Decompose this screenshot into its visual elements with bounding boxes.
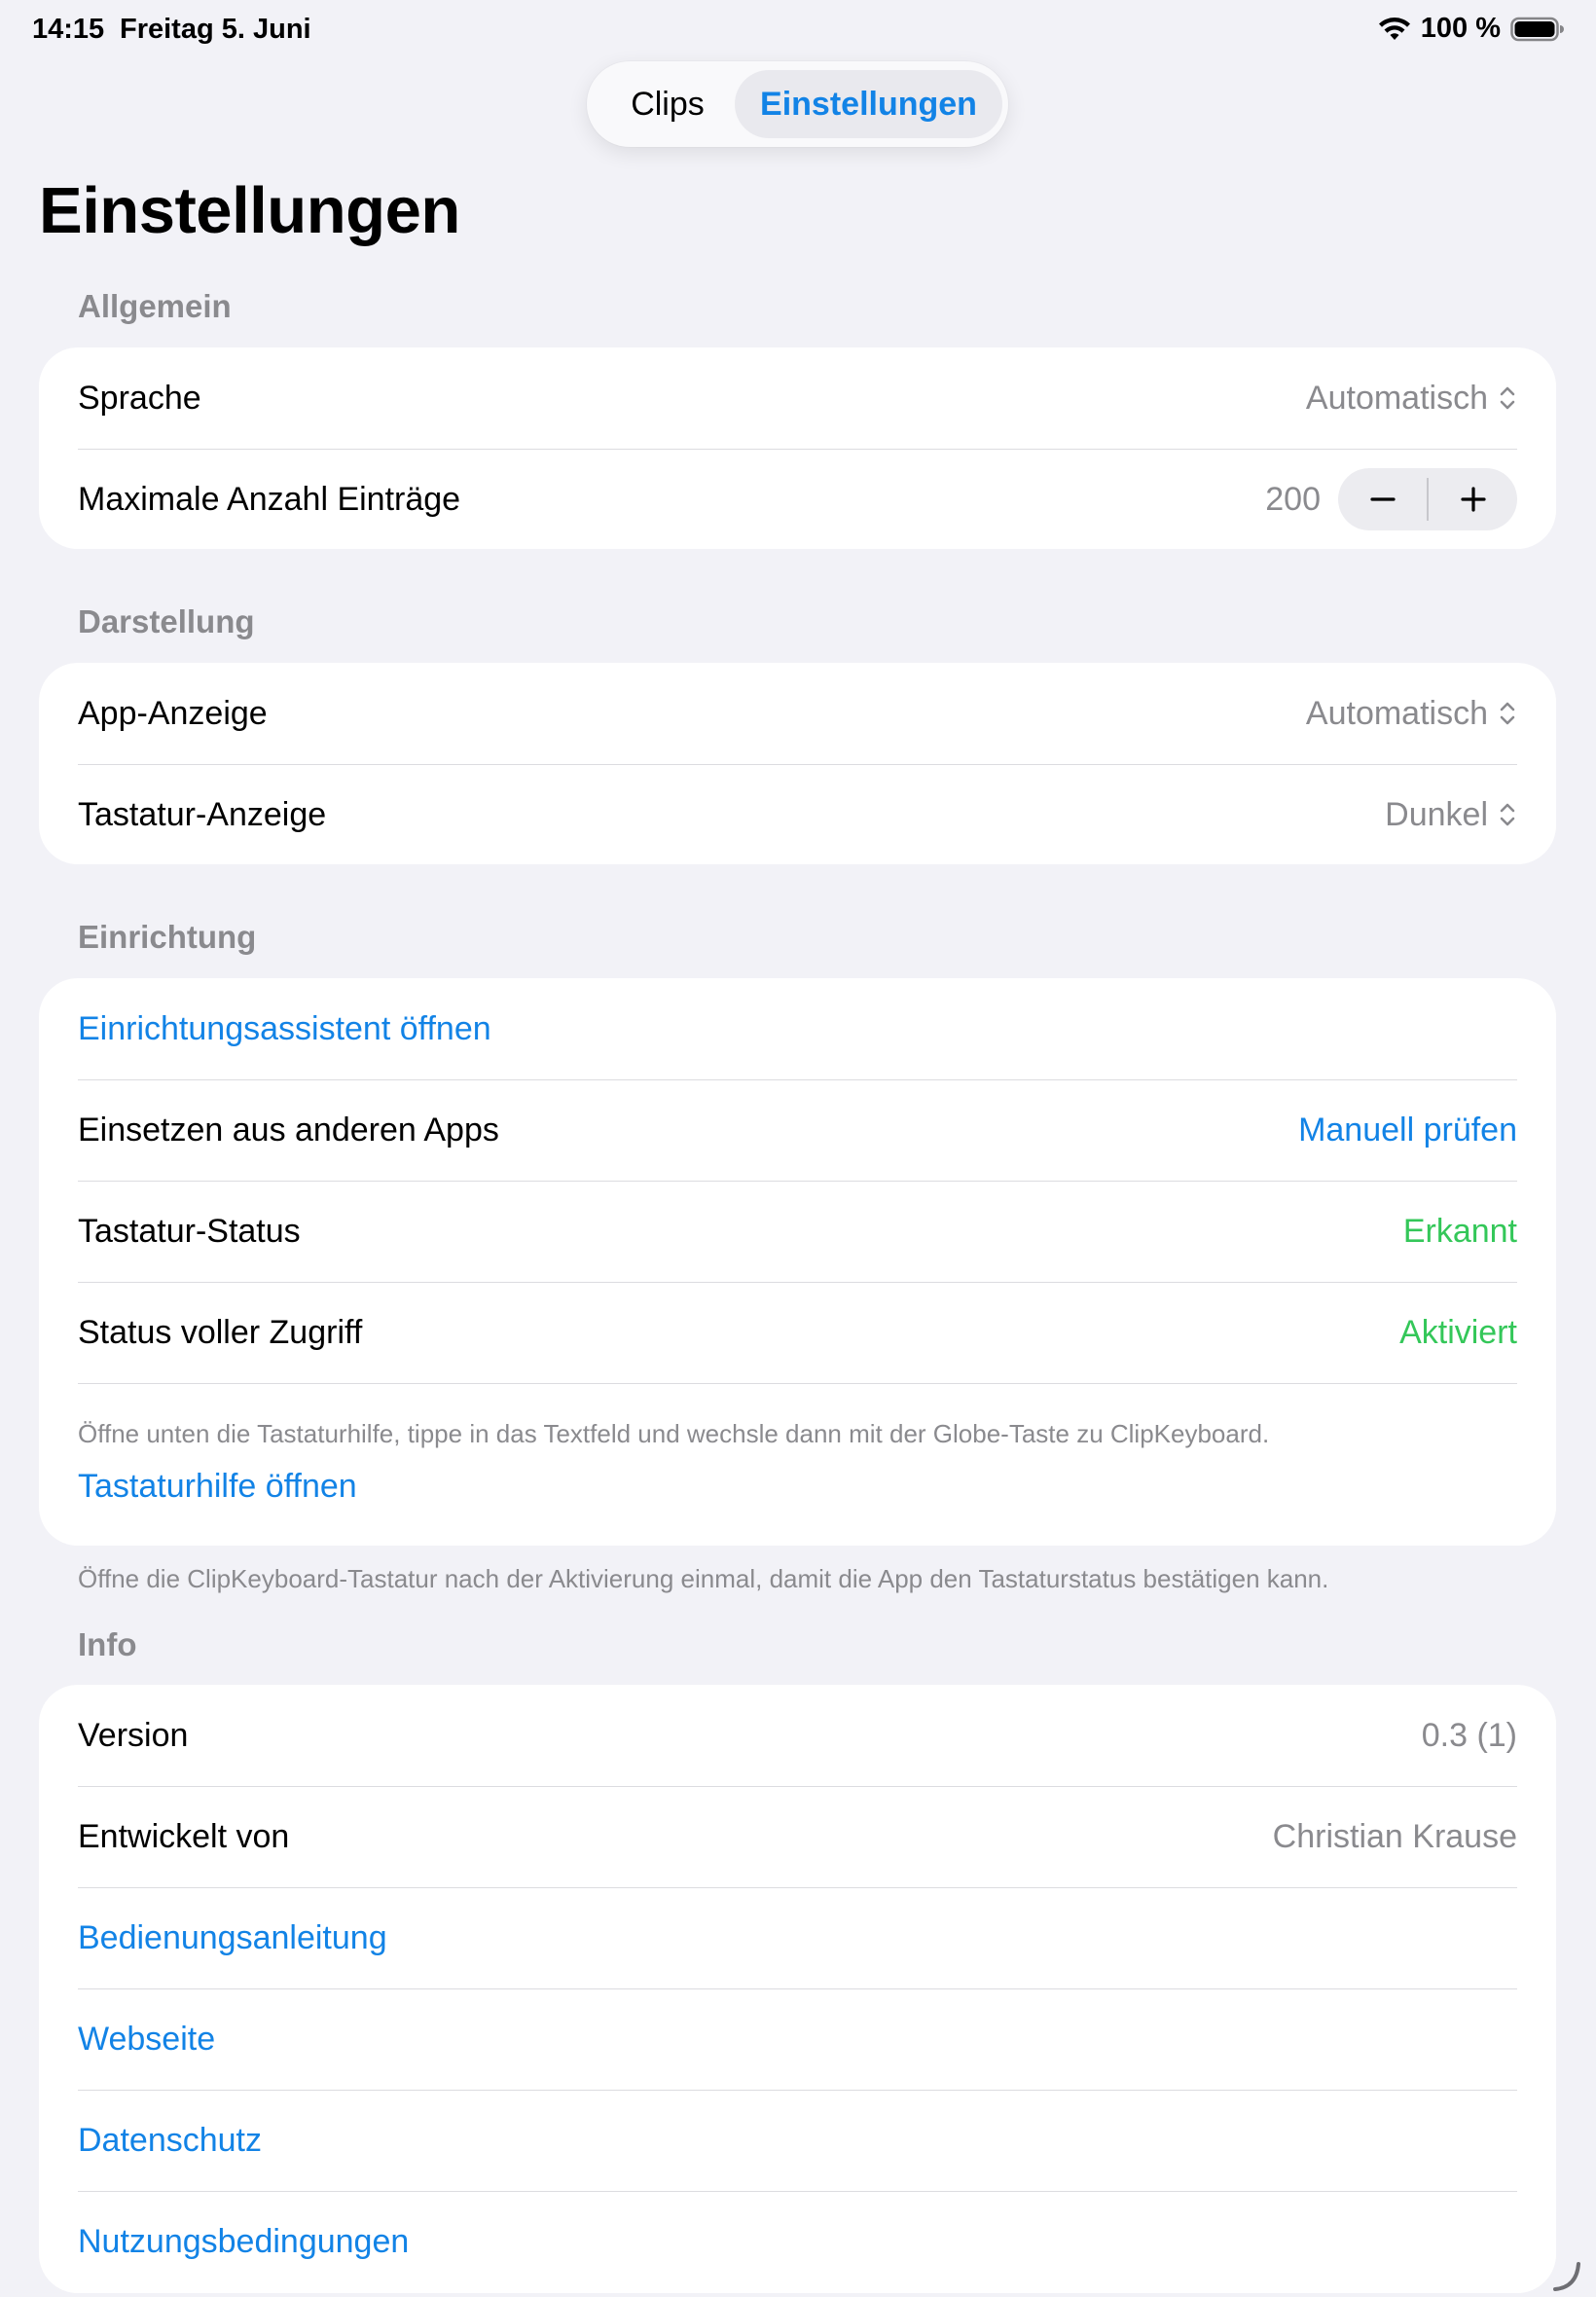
full-access-value: Aktiviert <box>1399 1313 1517 1351</box>
status-bar: 14:15 Freitag 5. Juni 100 % <box>0 0 1596 58</box>
row-label: Version <box>78 1716 189 1754</box>
status-date: Freitag 5. Juni <box>120 14 311 45</box>
website-link[interactable]: Webseite <box>78 2021 215 2059</box>
row-manual[interactable]: Bedienungsanleitung <box>78 1887 1517 1989</box>
row-max-entries: Maximale Anzahl Einträge 200 <box>78 449 1517 550</box>
plus-icon <box>1460 487 1486 512</box>
row-label: Status voller Zugriff <box>78 1313 363 1351</box>
row-app-anzeige[interactable]: App-Anzeige Automatisch <box>78 663 1517 765</box>
row-version: Version 0.3 (1) <box>78 1685 1517 1787</box>
row-label: Sprache <box>78 379 201 417</box>
page-title: Einstellungen <box>39 174 460 247</box>
battery-percent: 100 % <box>1420 13 1501 44</box>
developer-value: Christian Krause <box>1272 1817 1517 1855</box>
row-website[interactable]: Webseite <box>78 1988 1517 2091</box>
row-label: Einsetzen aus anderen Apps <box>78 1111 499 1148</box>
version-value: 0.3 (1) <box>1421 1716 1517 1754</box>
setup-assistant-link[interactable]: Einrichtungsassistent öffnen <box>78 1010 491 1048</box>
status-right: 100 % <box>1378 13 1565 45</box>
app-appearance-picker[interactable]: Automatisch <box>1306 695 1517 733</box>
row-label: Entwickelt von <box>78 1817 290 1855</box>
row-label: Tastatur-Anzeige <box>78 795 327 833</box>
chevron-updown-icon <box>1500 803 1515 826</box>
keyboard-appearance-picker[interactable]: Dunkel <box>1385 796 1517 834</box>
row-value: Automatisch <box>1305 379 1488 417</box>
row-sprache[interactable]: Sprache Automatisch <box>78 347 1517 450</box>
row-label: Maximale Anzahl Einträge <box>78 480 461 518</box>
max-entries-value: 200 <box>1265 480 1321 518</box>
language-picker[interactable]: Automatisch <box>1306 380 1517 418</box>
card-info: Version 0.3 (1) Entwickelt von Christian… <box>39 1685 1556 2293</box>
row-label: Tastatur-Status <box>78 1212 301 1250</box>
row-setup-assistant[interactable]: Einrichtungsassistent öffnen <box>78 978 1517 1080</box>
row-tastatur-anzeige[interactable]: Tastatur-Anzeige Dunkel <box>78 764 1517 865</box>
status-time: 14:15 <box>32 14 105 45</box>
row-value: Dunkel <box>1385 795 1488 833</box>
increment-button[interactable] <box>1429 468 1517 530</box>
max-entries-stepper <box>1338 468 1517 530</box>
max-entries-control: 200 <box>1265 468 1517 530</box>
wifi-icon <box>1378 17 1410 40</box>
einrichtung-footer: Öffne die ClipKeyboard-Tastatur nach der… <box>78 1564 1329 1593</box>
card-einrichtung: Einrichtungsassistent öffnen Einsetzen a… <box>39 978 1556 1546</box>
keyboard-status-value: Erkannt <box>1402 1212 1517 1250</box>
tab-clips[interactable]: Clips <box>604 70 731 138</box>
manual-check-button[interactable]: Manuell prüfen <box>1298 1112 1517 1149</box>
row-label: App-Anzeige <box>78 694 268 732</box>
section-header-darstellung: Darstellung <box>78 603 255 639</box>
section-header-info: Info <box>78 1626 137 1662</box>
tab-segmented-control: Clips Einstellungen <box>587 61 1008 147</box>
card-darstellung: App-Anzeige Automatisch Tastatur-Anzeige… <box>39 663 1556 864</box>
keyboard-help-link[interactable]: Tastaturhilfe öffnen <box>78 1468 357 1506</box>
manual-link[interactable]: Bedienungsanleitung <box>78 1919 387 1957</box>
row-paste-from-apps: Einsetzen aus anderen Apps Manuell prüfe… <box>78 1079 1517 1182</box>
resize-handle-icon[interactable] <box>1549 2258 1584 2293</box>
row-keyboard-status: Tastatur-Status Erkannt <box>78 1181 1517 1283</box>
terms-link[interactable]: Nutzungsbedingungen <box>78 2223 409 2261</box>
row-value: Automatisch <box>1305 694 1488 732</box>
row-full-access: Status voller Zugriff Aktiviert <box>78 1282 1517 1384</box>
row-terms[interactable]: Nutzungsbedingungen <box>78 2191 1517 2292</box>
decrement-button[interactable] <box>1338 468 1427 530</box>
section-header-allgemein: Allgemein <box>78 288 232 324</box>
tab-einstellungen[interactable]: Einstellungen <box>735 70 1002 138</box>
battery-icon <box>1510 17 1564 41</box>
row-developer: Entwickelt von Christian Krause <box>78 1786 1517 1888</box>
minus-icon <box>1369 497 1396 501</box>
section-header-einrichtung: Einrichtung <box>78 919 257 955</box>
keyboard-help-hint: Öffne unten die Tastaturhilfe, tippe in … <box>78 1419 1270 1448</box>
chevron-updown-icon <box>1500 386 1515 410</box>
card-allgemein: Sprache Automatisch Maximale Anzahl Eint… <box>39 347 1556 549</box>
privacy-link[interactable]: Datenschutz <box>78 2122 262 2160</box>
row-privacy[interactable]: Datenschutz <box>78 2090 1517 2192</box>
chevron-updown-icon <box>1500 702 1515 725</box>
